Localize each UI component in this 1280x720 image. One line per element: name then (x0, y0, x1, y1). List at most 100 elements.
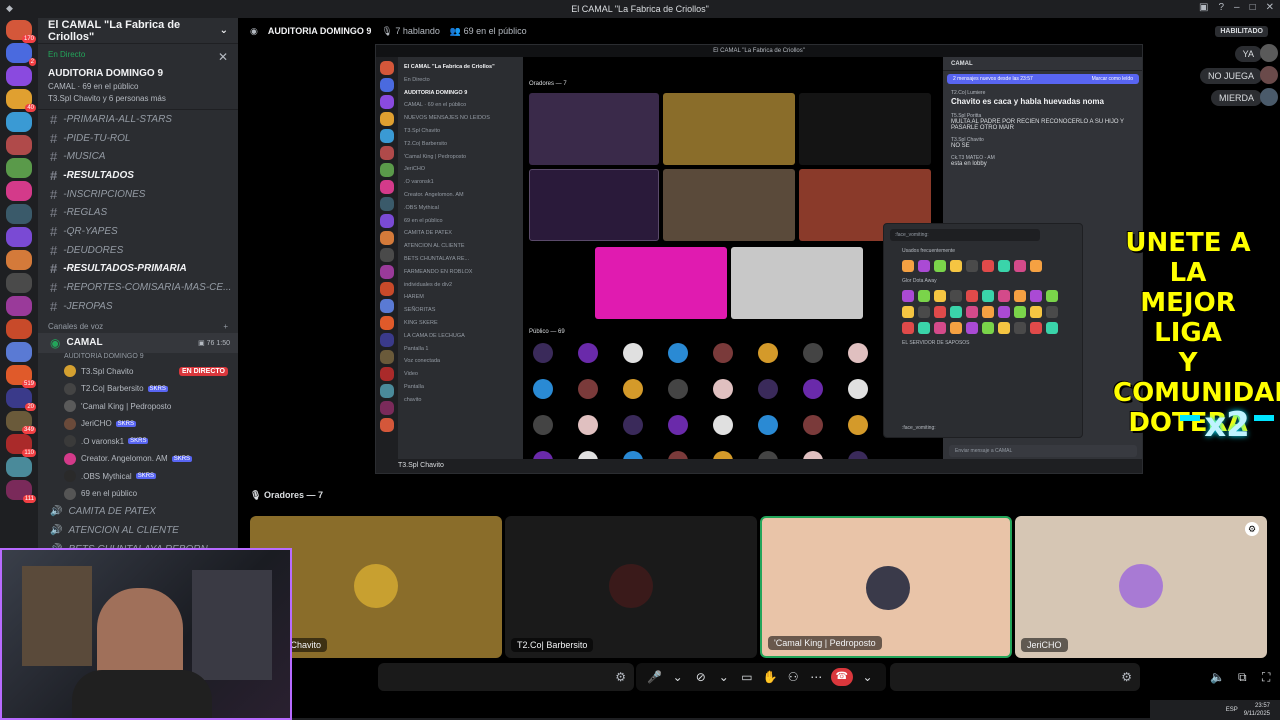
voice-user[interactable]: Creator. Angelomon. AM SKRS (38, 450, 238, 468)
channel-item[interactable]: # -INSCRIPCIONES (38, 185, 238, 204)
emoji[interactable] (1014, 306, 1026, 318)
voice-user[interactable]: 'Camal King | Pedroposto (38, 398, 238, 416)
speaker-tile[interactable]: 'Camal King | Pedroposto (760, 516, 1012, 658)
chevron-down-icon[interactable]: ⌄ (715, 670, 732, 684)
help-icon[interactable]: ? (1218, 2, 1224, 13)
emoji[interactable] (982, 322, 994, 334)
emoji[interactable] (950, 260, 962, 272)
speaker-tile[interactable]: JeriCHO ⚙ (1015, 516, 1267, 658)
server-icon[interactable]: 170 (6, 20, 36, 43)
emoji[interactable] (950, 290, 962, 302)
emoji[interactable] (934, 322, 946, 334)
chat-input[interactable]: Enviar mensaje a CAMAL (949, 445, 1137, 457)
emoji-search-input[interactable]: :face_vomiting: (890, 229, 1040, 241)
emoji[interactable] (982, 290, 994, 302)
close-button[interactable]: ✕ (1266, 2, 1274, 13)
habilitado-badge[interactable]: HABILITADO (1215, 25, 1268, 37)
channel-item[interactable]: # -RESULTADOS-PRIMARIA (38, 260, 238, 279)
voice-channel-item[interactable]: 🔊 ATENCION AL CLIENTE (38, 521, 238, 540)
settings-icon[interactable]: ⚙ (1121, 670, 1132, 684)
emoji[interactable] (918, 290, 930, 302)
channel-item[interactable]: # -DEUDORES (38, 241, 238, 260)
emoji[interactable] (934, 306, 946, 318)
emoji[interactable] (1046, 290, 1058, 302)
settings-icon[interactable]: ⚙ (615, 670, 626, 684)
volume-icon[interactable]: 🔈 (1210, 670, 1225, 684)
emoji[interactable] (966, 306, 978, 318)
emoji[interactable] (1030, 290, 1042, 302)
channel-item[interactable]: # -MUSICA (38, 147, 238, 166)
emoji[interactable] (902, 306, 914, 318)
emoji[interactable] (982, 306, 994, 318)
chevron-down-icon[interactable]: ⌄ (669, 670, 686, 684)
voice-channel-camal[interactable]: ◉ CAMAL ▣ 76 1:50 (38, 332, 238, 353)
emoji[interactable] (934, 260, 946, 272)
voice-user[interactable]: T3.Spl Chavito EN DIRECTO (38, 363, 238, 381)
channel-item[interactable]: # -REGLAS (38, 203, 238, 222)
server-icon[interactable] (6, 457, 32, 477)
voice-user[interactable]: .OBS Mythical SKRS (38, 468, 238, 486)
server-icon[interactable]: 40 (6, 89, 36, 112)
emoji[interactable] (1046, 322, 1058, 334)
emoji[interactable] (1046, 306, 1058, 318)
emoji[interactable] (918, 260, 930, 272)
emoji[interactable] (1030, 322, 1042, 334)
channel-item[interactable]: # -JEROPAS (38, 297, 238, 316)
emoji[interactable] (982, 260, 994, 272)
emoji[interactable] (1014, 290, 1026, 302)
voice-user[interactable]: T2.Co| Barbersito SKRS (38, 380, 238, 398)
server-icon[interactable] (6, 135, 32, 155)
server-icon[interactable] (6, 319, 32, 339)
maximize-button[interactable]: □ (1250, 2, 1256, 13)
chevron-down-icon[interactable]: ⌄ (859, 670, 876, 684)
server-icon[interactable]: 2 (6, 43, 36, 66)
server-icon[interactable] (6, 66, 32, 86)
minimize-button[interactable]: – (1234, 2, 1240, 13)
emoji[interactable] (934, 290, 946, 302)
channel-item[interactable]: # -PIDE-TU-ROL (38, 129, 238, 148)
speaker-tile[interactable]: T2.Co| Barbersito (505, 516, 757, 658)
leave-stage-button[interactable]: ☎ (830, 668, 853, 686)
hand-off-icon[interactable]: ✋ (761, 670, 778, 684)
emoji[interactable] (1030, 260, 1042, 272)
screen-share[interactable]: El CAMAL "La Fabrica de Criollos" El CAM… (375, 44, 1143, 474)
server-icon[interactable] (6, 342, 32, 362)
settings-icon[interactable]: ⚙ (1245, 522, 1259, 536)
server-icon[interactable]: 349 (6, 411, 36, 434)
invite-icon[interactable]: ⚇ (785, 670, 802, 684)
fullscreen-icon[interactable]: ⛶ (1262, 670, 1270, 685)
channel-item[interactable]: # -PRIMARIA-ALL-STARS (38, 110, 238, 129)
server-icon[interactable]: 111 (6, 480, 36, 503)
banner-right[interactable]: Marcar como leído (1092, 76, 1133, 82)
server-icon[interactable] (6, 250, 32, 270)
voice-channel-item[interactable]: 🔊 CAMITA DE PATEX (38, 503, 238, 522)
camera-off-icon[interactable]: ⊘ (692, 670, 709, 684)
more-icon[interactable]: ⋯ (808, 670, 825, 684)
emoji[interactable] (966, 322, 978, 334)
server-icon[interactable]: 110 (6, 434, 36, 457)
emoji[interactable] (966, 290, 978, 302)
server-icon[interactable] (6, 296, 32, 316)
server-header[interactable]: El CAMAL "La Fabrica de Criollos" ⌄ (38, 18, 238, 44)
channel-item[interactable]: # -REPORTES-COMISARIA-MAS-CE... (38, 278, 238, 297)
channel-item[interactable]: # -QR-YAPES (38, 222, 238, 241)
emoji[interactable] (966, 260, 978, 272)
new-messages-banner[interactable]: 2 mensajes nuevos desde las 23:57 Marcar… (947, 74, 1139, 84)
server-icon[interactable] (6, 181, 32, 201)
channel-item[interactable]: # -RESULTADOS (38, 166, 238, 185)
popout-icon[interactable]: ⧉ (1238, 670, 1247, 685)
microphone-icon[interactable]: 🎤 (646, 670, 663, 684)
emoji[interactable] (998, 306, 1010, 318)
screen-share-icon[interactable]: ▭ (738, 670, 755, 684)
server-icon[interactable]: 519 (6, 365, 36, 388)
close-icon[interactable]: ✕ (218, 50, 228, 64)
server-icon[interactable] (6, 273, 32, 293)
emoji[interactable] (950, 306, 962, 318)
emoji[interactable] (902, 260, 914, 272)
voice-user[interactable]: JeriCHO SKRS (38, 415, 238, 433)
emoji[interactable] (1030, 306, 1042, 318)
voice-user[interactable]: .O varonsk1 SKRS (38, 433, 238, 451)
voice-category[interactable]: Canales de voz + (38, 316, 238, 333)
voice-user[interactable]: 69 en el público (38, 485, 238, 503)
emoji[interactable] (998, 260, 1010, 272)
